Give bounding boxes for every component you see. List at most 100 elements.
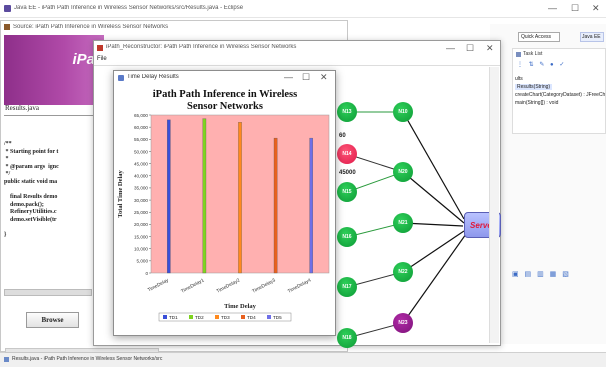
y-tick-label: 45,000 [134,161,148,166]
browse-button[interactable]: Browse [26,312,79,328]
chart: iPath Path Inference in WirelessSensor N… [117,89,330,322]
chart-minimize-button[interactable]: — [284,72,293,82]
y-tick-label: 15,000 [134,234,148,239]
horizontal-scrollbar[interactable] [4,289,92,296]
x-axis-label: Time Delay [224,303,257,310]
y-tick-label: 30,000 [134,198,148,203]
code-line: final Results demo [4,194,58,201]
bar-td2 [202,118,207,274]
y-tick-label: 0 [145,271,148,276]
eclipse-close-button[interactable]: ✕ [592,3,600,14]
code-line: * Starting point for t [4,148,59,155]
edge [402,171,465,224]
source-window-title: Source: iPath Path Inference in Wireless… [13,24,169,30]
eclipse-icon [4,5,11,12]
bar-td4 [273,137,278,274]
code-line: public static void ma [4,178,58,185]
status-icon [4,357,9,362]
y-tick-label: 60,000 [134,125,148,130]
node-n13[interactable]: N13 [337,102,357,122]
x-tick-label: TimeDelay2 [216,277,242,294]
bar-td3 [238,122,242,274]
code-line: RefineryUtilities.c [4,209,57,216]
node-n15[interactable]: N15 [337,182,357,202]
file-label-underline [4,115,100,116]
chart-window: Time Delay Results — ☐ ✕ iPath Path Infe… [113,70,336,336]
outline-item[interactable]: main(String[]) : void [515,100,558,106]
bar-td5 [309,137,313,274]
y-tick-label: 40,000 [134,174,148,179]
node-n22[interactable]: N22 [393,262,413,282]
code-line: demo.setVisible(tr [4,216,57,223]
legend-swatch [267,315,271,319]
chart-maximize-button[interactable]: ☐ [302,72,310,83]
y-tick-label: 50,000 [134,149,148,154]
edge [402,233,467,324]
legend-label: TD5 [273,315,282,320]
chart-title-line: Sensor Networks [187,101,263,112]
x-tick-label: TimeDelay4 [287,277,313,294]
bottom-toolbar-icons[interactable]: ▣ ▤ ▥ ▦ ▧ [512,270,571,278]
legend-swatch [163,315,167,319]
code-line: demo.pack(); [4,201,44,208]
bar-td1 [167,119,171,274]
reconstructor-scrollbar[interactable] [489,67,499,343]
outline-item[interactable]: ults [515,76,523,82]
y-tick-label: 5,000 [137,259,149,264]
eclipse-titlebar: Java EE - iPath Path Inference in Wirele… [0,0,606,18]
node-n20[interactable]: N20 [393,162,413,182]
outline-panel: Task List ⋮ ⇅ ✎ ● ✓ ults Results(String)… [512,48,606,134]
code-line: } [4,232,7,239]
node-n17[interactable]: N17 [337,277,357,297]
perspective-button[interactable]: Java EE [580,32,604,42]
code-line: /** [4,141,12,147]
legend-swatch [189,315,193,319]
bottom-scrollbar[interactable] [5,348,159,353]
node-n18[interactable]: N18 [337,328,357,348]
legend-label: TD3 [221,315,230,320]
code-line: * [4,156,9,163]
outline-toolbar-icons[interactable]: ⋮ ⇅ ✎ ● ✓ [517,61,566,68]
chart-close-button[interactable]: ✕ [320,72,328,83]
outline-item[interactable]: createChart(CategoryDataset) : JFreeCh [515,92,605,98]
legend-swatch [215,315,219,319]
x-tick-label: TimeDelay [147,277,170,293]
chart-window-title: Time Delay Results [127,74,179,80]
quick-access-field[interactable]: Quick Access [518,32,560,42]
eclipse-maximize-button[interactable]: ☐ [571,3,579,14]
y-tick-label: 55,000 [134,137,148,142]
legend-label: TD1 [169,315,178,320]
node-n23[interactable]: N23 [393,313,413,333]
y-tick-label: 25,000 [134,210,148,215]
node-n16[interactable]: N16 [337,227,357,247]
task-list-icon [516,52,521,57]
legend-swatch [241,315,245,319]
chart-title-line: iPath Path Inference in Wireless [153,89,297,100]
y-axis-label: Total Time Delay [117,169,124,217]
edge [402,111,465,220]
y-tick-label: 65,000 [134,113,148,118]
edge [402,230,465,273]
java-icon [4,24,10,30]
outline-item[interactable]: Results(String) [515,84,553,90]
code-line: * @param args ignc [4,163,59,170]
y-tick-label: 10,000 [134,246,148,251]
app-banner: iPat [4,35,104,105]
legend-label: TD2 [195,315,204,320]
y-tick-label: 20,000 [134,222,148,227]
chart-window-icon [118,75,124,81]
code-line: */ [4,171,11,178]
status-text: Results.java - iPath Path Inference in W… [12,356,163,362]
code-lines: /** * Starting point for t * * @param ar… [4,141,100,240]
node-n21[interactable]: N21 [393,213,413,233]
file-label: Results.java [5,104,40,112]
eclipse-minimize-button[interactable]: — [548,3,557,13]
x-tick-label: TimeDelay3 [251,277,277,294]
code-area[interactable]: /** * Starting point for t * * @param ar… [4,141,100,301]
outline-title: Task List [523,51,543,57]
node-n10[interactable]: N10 [393,102,413,122]
y-tick-label: 35,000 [134,186,148,191]
node-n14[interactable]: N14 [337,144,357,164]
